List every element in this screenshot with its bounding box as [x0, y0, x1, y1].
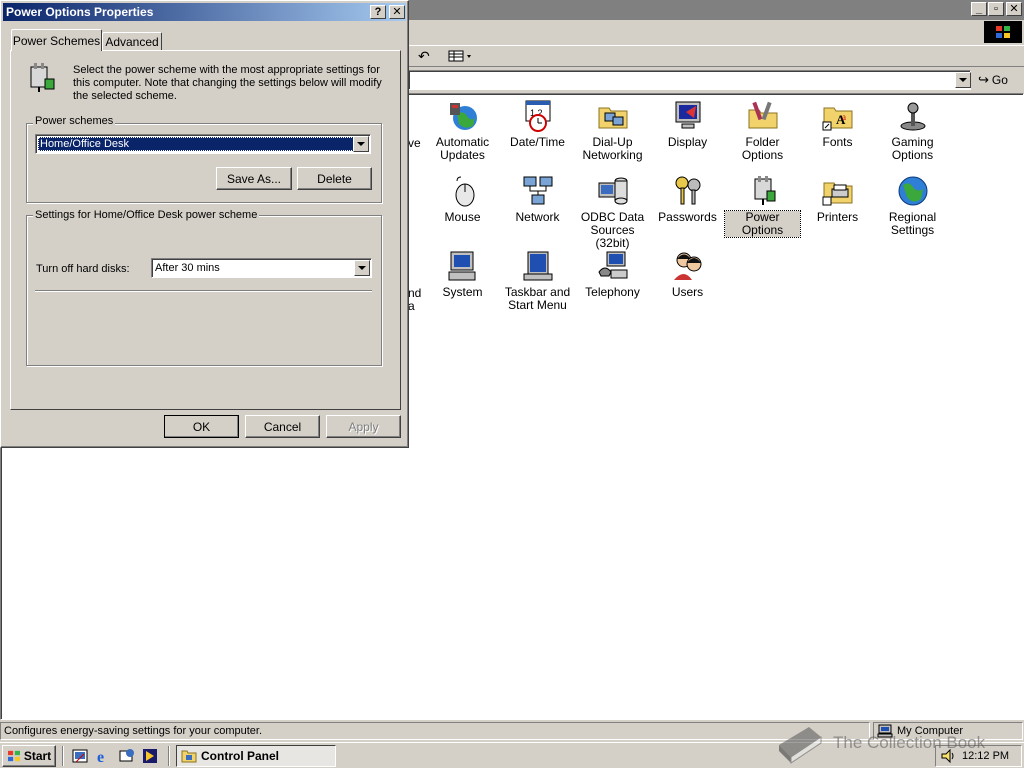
monitor-icon	[672, 100, 704, 132]
cp-icon-telephony[interactable]: Telephony	[575, 250, 650, 299]
windows-logo-icon	[984, 21, 1022, 43]
restore-button[interactable]: ▫	[988, 2, 1004, 16]
dialog-close-button[interactable]: ✕	[389, 5, 405, 19]
control-panel-folder-icon	[181, 750, 197, 763]
go-button[interactable]: ↪ Go	[978, 70, 1020, 90]
partial-icon-label: a	[408, 299, 415, 313]
mouse-icon	[447, 175, 479, 207]
cp-icon-automatic-updates[interactable]: Automatic Updates	[425, 100, 500, 162]
partial-icon-label: nd	[408, 286, 422, 300]
cp-icon-date-time[interactable]: 1 2 Date/Time	[500, 100, 575, 149]
dialog-description: Select the power scheme with the most ap…	[73, 64, 382, 102]
show-desktop-icon[interactable]	[72, 748, 88, 764]
tab-panel: Select the power scheme with the most ap…	[10, 50, 401, 410]
cp-icon-dial-up-networking[interactable]: Dial-Up Networking	[575, 100, 650, 162]
cancel-button[interactable]: Cancel	[245, 415, 320, 438]
undo-icon[interactable]: ↶	[418, 49, 434, 63]
partial-icon-label: ve	[408, 136, 421, 150]
watermark: The Collection Book	[775, 720, 985, 766]
svg-text:a: a	[842, 112, 846, 122]
cp-icon-printers[interactable]: Printers	[800, 175, 875, 224]
ok-button[interactable]: OK	[164, 415, 239, 438]
taskbar-icon	[522, 250, 554, 282]
power-scheme-value: Home/Office Desk	[38, 137, 354, 151]
close-button[interactable]: ✕	[1006, 2, 1022, 16]
database-computer-icon	[597, 175, 629, 207]
status-text: Configures energy-saving settings for yo…	[0, 722, 870, 740]
cp-icon-taskbar-start-menu[interactable]: Taskbar and Start Menu	[500, 250, 575, 312]
keys-icon	[672, 175, 704, 207]
internet-explorer-icon[interactable]: e	[96, 748, 112, 766]
joystick-icon	[897, 100, 929, 132]
power-scheme-select[interactable]: Home/Office Desk	[35, 134, 371, 154]
hard-disk-value: After 30 mins	[155, 262, 220, 274]
network-folder-icon	[597, 100, 629, 132]
taskbar-separator	[62, 746, 64, 766]
cp-icon-network[interactable]: Network	[500, 175, 575, 224]
delete-button[interactable]: Delete	[297, 167, 372, 190]
dialog-title-bar: Power Options Properties ? ✕	[3, 3, 406, 21]
cp-icon-display[interactable]: Display	[650, 100, 725, 149]
hard-disk-label: Turn off hard disks:	[36, 263, 130, 275]
apply-button: Apply	[326, 415, 401, 438]
start-button[interactable]: Start	[2, 745, 56, 767]
windows-flag-icon	[7, 750, 20, 762]
cp-icon-gaming-options[interactable]: Gaming Options	[875, 100, 950, 162]
tab-advanced[interactable]: Advanced	[102, 32, 162, 50]
tab-power-schemes[interactable]: Power Schemes	[11, 29, 102, 51]
book-logo-icon	[779, 727, 822, 764]
phone-computer-icon	[597, 250, 629, 282]
calendar-clock-icon: 1 2	[522, 100, 554, 132]
cp-icon-regional-settings[interactable]: Regional Settings	[875, 175, 950, 237]
outlook-express-icon[interactable]	[119, 748, 135, 764]
settings-divider	[35, 290, 372, 292]
fonts-folder-icon: Aa	[822, 100, 854, 132]
folder-tools-icon	[747, 100, 779, 132]
help-button[interactable]: ?	[370, 5, 386, 19]
address-input[interactable]	[408, 70, 971, 90]
address-dropdown-arrow[interactable]	[955, 72, 971, 88]
hard-disk-select[interactable]: After 30 mins	[151, 258, 372, 278]
watermark-text: The Collection Book	[833, 733, 986, 752]
save-as-button[interactable]: Save As...	[216, 167, 292, 190]
cp-icon-users[interactable]: Users	[650, 250, 725, 299]
cp-icon-passwords[interactable]: Passwords	[650, 175, 725, 224]
scheme-dropdown-arrow[interactable]	[353, 136, 369, 152]
cp-icon-mouse[interactable]: Mouse	[425, 175, 500, 224]
computer-icon	[447, 250, 479, 282]
cp-icon-system[interactable]: System	[425, 250, 500, 299]
cp-icon-power-options[interactable]: Power Options	[724, 175, 801, 238]
views-icon[interactable]	[448, 49, 474, 63]
go-arrow-icon: ↪	[978, 72, 989, 87]
power-plug-icon	[747, 175, 779, 207]
cp-icon-folder-options[interactable]: Folder Options	[725, 100, 800, 162]
users-icon	[672, 250, 704, 282]
globe-icon	[897, 175, 929, 207]
cp-icon-odbc[interactable]: ODBC Data Sources (32bit)	[575, 175, 650, 250]
taskbar-separator	[168, 746, 170, 766]
channels-icon[interactable]	[142, 748, 158, 764]
power-options-dialog: Power Options Properties ? ✕ Power Schem…	[0, 0, 409, 448]
network-computers-icon	[522, 175, 554, 207]
power-plug-icon	[25, 61, 57, 93]
globe-update-icon	[447, 100, 479, 132]
printer-folder-icon	[822, 175, 854, 207]
scheme-settings-label: Settings for Home/Office Desk power sche…	[33, 209, 260, 221]
svg-text:e: e	[97, 749, 104, 764]
taskbar-task-control-panel[interactable]: Control Panel	[176, 745, 336, 767]
hard-disk-dropdown-arrow[interactable]	[354, 260, 370, 276]
dialog-title: Power Options Properties	[6, 5, 154, 19]
cp-icon-fonts[interactable]: Aa Fonts	[800, 100, 875, 149]
minimize-button[interactable]: _	[971, 2, 987, 16]
power-schemes-label: Power schemes	[33, 115, 116, 127]
